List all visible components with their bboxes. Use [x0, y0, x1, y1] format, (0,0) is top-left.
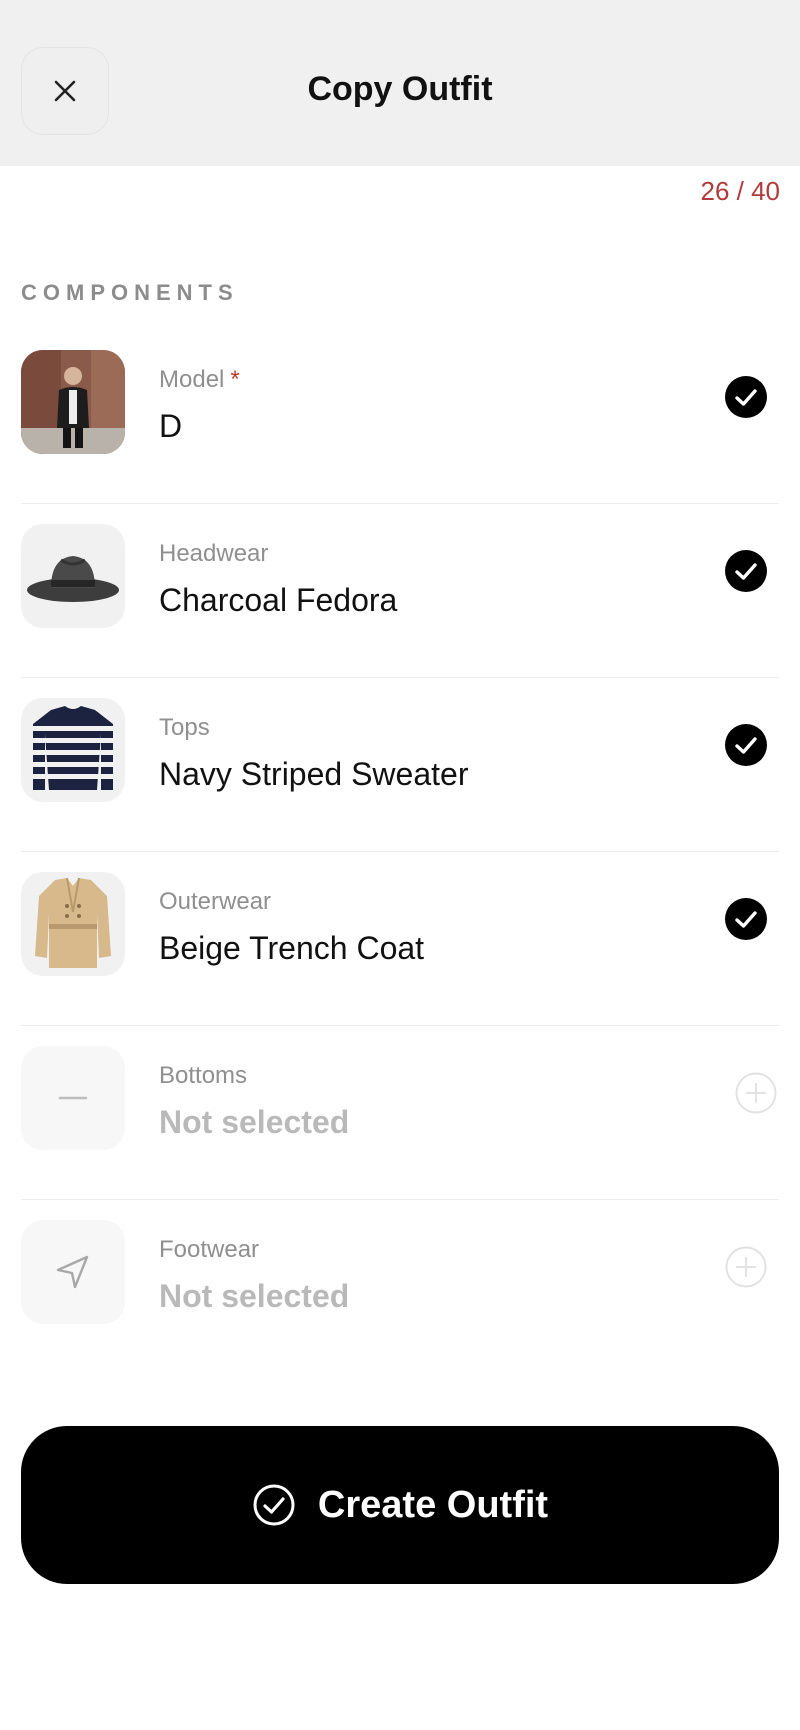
component-list: Model * D Headwear Charcoal Fedora Tops …: [0, 330, 800, 1373]
component-value: Navy Striped Sweater: [159, 756, 469, 792]
send-arrow-icon: [56, 1255, 89, 1289]
component-category: Headwear: [159, 540, 269, 567]
component-value: Beige Trench Coat: [159, 930, 425, 966]
top-bar: Copy Outfit: [0, 0, 800, 166]
component-category: Bottoms: [159, 1062, 248, 1089]
component-category: Model: [159, 366, 225, 393]
component-category: Outerwear: [159, 888, 272, 915]
check-circle-icon: [253, 1484, 295, 1526]
component-category: Footwear: [159, 1236, 260, 1263]
component-value: Not selected: [159, 1104, 350, 1140]
page-title: Copy Outfit: [307, 70, 493, 108]
bottoms-placeholder: [21, 1046, 125, 1150]
required-marker: *: [230, 366, 240, 393]
minus-icon: [58, 1096, 88, 1100]
create-outfit-label: Create Outfit: [317, 1483, 549, 1526]
component-value: Not selected: [159, 1278, 350, 1314]
trench-coat-thumbnail: [21, 872, 125, 976]
component-value: Charcoal Fedora: [159, 582, 398, 618]
add-circle-icon[interactable]: [725, 1246, 767, 1288]
check-icon[interactable]: [725, 376, 767, 418]
section-label: COMPONENTS: [21, 280, 239, 305]
check-icon[interactable]: [725, 898, 767, 940]
sweater-thumbnail: [21, 698, 125, 802]
component-value: D: [159, 408, 183, 444]
component-category: Tops: [159, 714, 210, 741]
component-row-outerwear[interactable]: Outerwear Beige Trench Coat: [21, 852, 779, 1026]
check-icon[interactable]: [725, 724, 767, 766]
component-row-tops[interactable]: Tops Navy Striped Sweater: [21, 678, 779, 852]
component-row-bottoms[interactable]: Bottoms Not selected: [21, 1026, 779, 1200]
component-row-model[interactable]: Model * D: [21, 330, 779, 504]
fedora-thumbnail: [21, 524, 125, 628]
model-thumbnail: [21, 350, 125, 454]
component-row-footwear[interactable]: Footwear Not selected: [21, 1200, 779, 1373]
item-counter: 26 / 40: [700, 176, 780, 206]
footwear-placeholder: [21, 1220, 125, 1324]
check-icon[interactable]: [725, 550, 767, 592]
create-outfit-button[interactable]: Create Outfit: [21, 1426, 779, 1584]
component-row-headwear[interactable]: Headwear Charcoal Fedora: [21, 504, 779, 678]
add-circle-icon[interactable]: [735, 1072, 777, 1114]
